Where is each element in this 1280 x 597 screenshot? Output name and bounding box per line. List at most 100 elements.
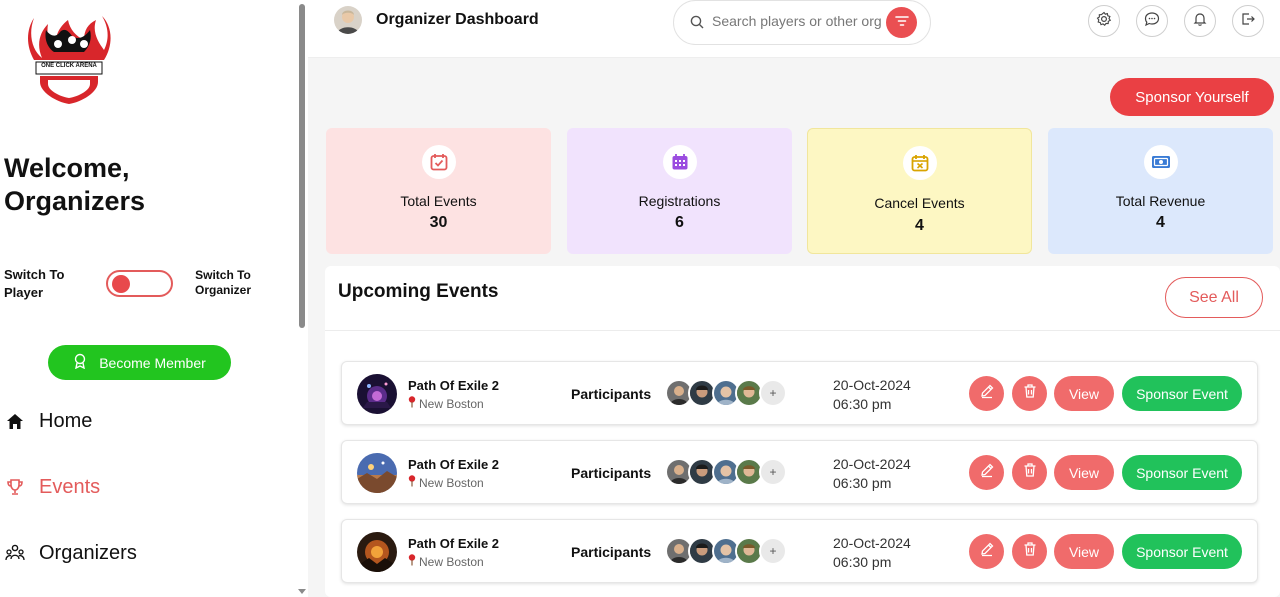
- nav-events[interactable]: Events: [5, 472, 100, 502]
- view-button[interactable]: View: [1054, 455, 1114, 490]
- see-all-button[interactable]: See All: [1165, 277, 1263, 318]
- event-location: New Boston: [408, 554, 484, 569]
- event-time: 06:30 pm: [833, 396, 892, 412]
- nav-home[interactable]: Home: [5, 406, 92, 436]
- event-datetime: 20-Oct-2024 06:30 pm: [833, 455, 911, 493]
- edit-button[interactable]: [969, 376, 1004, 411]
- logo-image: [28, 16, 111, 104]
- stat-card-registrations[interactable]: Registrations 6: [567, 128, 792, 254]
- scroll-down-icon[interactable]: [298, 589, 306, 594]
- stat-value: 4: [915, 217, 924, 234]
- scrollbar-thumb[interactable]: [299, 4, 305, 328]
- event-datetime: 20-Oct-2024 06:30 pm: [833, 376, 911, 414]
- event-location: New Boston: [408, 475, 484, 490]
- logo[interactable]: ONE CLICK ARENA: [26, 10, 112, 106]
- sponsor-event-button[interactable]: Sponsor Event: [1122, 455, 1242, 490]
- event-row[interactable]: Path Of Exile 2 New Boston Participants …: [341, 440, 1258, 504]
- welcome-line-1: Welcome,: [4, 153, 130, 183]
- upcoming-events-panel: Upcoming Events See All Path Of Exile 2 …: [325, 266, 1280, 597]
- delete-button[interactable]: [1012, 534, 1047, 569]
- toggle-knob: [112, 275, 130, 293]
- stat-card-cancel-events[interactable]: Cancel Events 4: [807, 128, 1032, 254]
- filter-icon: [894, 14, 909, 32]
- search-input[interactable]: [712, 13, 892, 29]
- logout-button[interactable]: [1232, 5, 1264, 37]
- notifications-button[interactable]: [1184, 5, 1216, 37]
- more-participants-icon[interactable]: +: [759, 458, 787, 486]
- calendar-check-icon: [421, 145, 456, 179]
- settings-icon: [1096, 11, 1112, 32]
- stat-value: 4: [1156, 214, 1165, 231]
- more-participants-icon[interactable]: +: [759, 537, 787, 565]
- trophy-icon: [5, 477, 25, 497]
- sidebar-scrollbar[interactable]: [296, 0, 308, 597]
- event-location: New Boston: [408, 396, 484, 411]
- calendar-grid-icon: [662, 145, 697, 179]
- become-member-button[interactable]: Become Member: [48, 345, 231, 380]
- top-header: Organizer Dashboard: [308, 0, 1280, 58]
- stat-card-total-events[interactable]: Total Events 30: [326, 128, 551, 254]
- delete-button[interactable]: [1012, 455, 1047, 490]
- calendar-x-icon: [902, 146, 937, 180]
- more-participants-icon[interactable]: +: [759, 379, 787, 407]
- sponsor-yourself-button[interactable]: Sponsor Yourself: [1110, 78, 1274, 116]
- search-bar: [673, 0, 931, 45]
- edit-button[interactable]: [969, 534, 1004, 569]
- chat-button[interactable]: [1136, 5, 1168, 37]
- trash-icon: [1022, 383, 1038, 404]
- event-location-label: New Boston: [419, 396, 484, 411]
- event-location-label: New Boston: [419, 475, 484, 490]
- edit-icon: [979, 462, 995, 483]
- nav-organizers-label: Organizers: [39, 541, 137, 564]
- switch-to-organizer-label: Switch To Organizer: [194, 268, 251, 297]
- map-pin-icon: [408, 396, 416, 411]
- event-datetime: 20-Oct-2024 06:30 pm: [833, 534, 911, 572]
- stat-label: Registrations: [638, 193, 721, 209]
- home-icon: [5, 411, 25, 431]
- stat-label: Cancel Events: [874, 195, 965, 211]
- event-name: Path Of Exile 2: [408, 457, 500, 472]
- event-name: Path Of Exile 2: [408, 378, 500, 393]
- stat-value: 6: [675, 214, 684, 231]
- map-pin-icon: [408, 475, 416, 490]
- event-thumbnail: [357, 453, 397, 493]
- sidebar: ONE CLICK ARENA Welcome, Organizers Swit…: [0, 0, 296, 597]
- participant-avatars[interactable]: +: [665, 458, 795, 486]
- event-row[interactable]: Path Of Exile 2 New Boston Participants …: [341, 361, 1258, 425]
- chat-icon: [1144, 11, 1160, 32]
- participant-avatars[interactable]: +: [665, 379, 795, 407]
- nav-organizers[interactable]: Organizers: [5, 538, 137, 568]
- event-date: 20-Oct-2024: [833, 456, 911, 472]
- sponsor-event-button[interactable]: Sponsor Event: [1122, 376, 1242, 411]
- welcome-line-2: Organizers: [4, 186, 146, 216]
- stat-value: 30: [429, 214, 448, 231]
- stat-label: Total Events: [400, 193, 477, 209]
- event-name: Path Of Exile 2: [408, 536, 500, 551]
- money-icon: [1143, 145, 1178, 179]
- role-switch: Switch To Player Switch To Organizer: [4, 266, 284, 306]
- delete-button[interactable]: [1012, 376, 1047, 411]
- sponsor-event-button[interactable]: Sponsor Event: [1122, 534, 1242, 569]
- edit-icon: [979, 383, 995, 404]
- event-thumbnail: [357, 374, 397, 414]
- nav-home-label: Home: [39, 409, 93, 432]
- become-member-label: Become Member: [99, 354, 206, 371]
- page-title: Organizer Dashboard: [376, 11, 539, 28]
- welcome-heading: Welcome, Organizers: [4, 152, 145, 218]
- filter-button[interactable]: [886, 7, 917, 38]
- event-date: 20-Oct-2024: [833, 377, 911, 393]
- stat-card-total-revenue[interactable]: Total Revenue 4: [1048, 128, 1273, 254]
- participants-label: Participants: [571, 465, 652, 481]
- settings-button[interactable]: [1088, 5, 1120, 37]
- role-toggle[interactable]: [106, 270, 173, 297]
- avatar[interactable]: [334, 6, 362, 34]
- participant-avatars[interactable]: +: [665, 537, 795, 565]
- view-button[interactable]: View: [1054, 534, 1114, 569]
- view-button[interactable]: View: [1054, 376, 1114, 411]
- switch-to-player-label: Switch To Player: [4, 267, 65, 300]
- stat-label: Total Revenue: [1115, 193, 1206, 209]
- participants-label: Participants: [571, 544, 652, 560]
- event-location-label: New Boston: [419, 554, 484, 569]
- edit-button[interactable]: [969, 455, 1004, 490]
- event-row[interactable]: Path Of Exile 2 New Boston Participants …: [341, 519, 1258, 583]
